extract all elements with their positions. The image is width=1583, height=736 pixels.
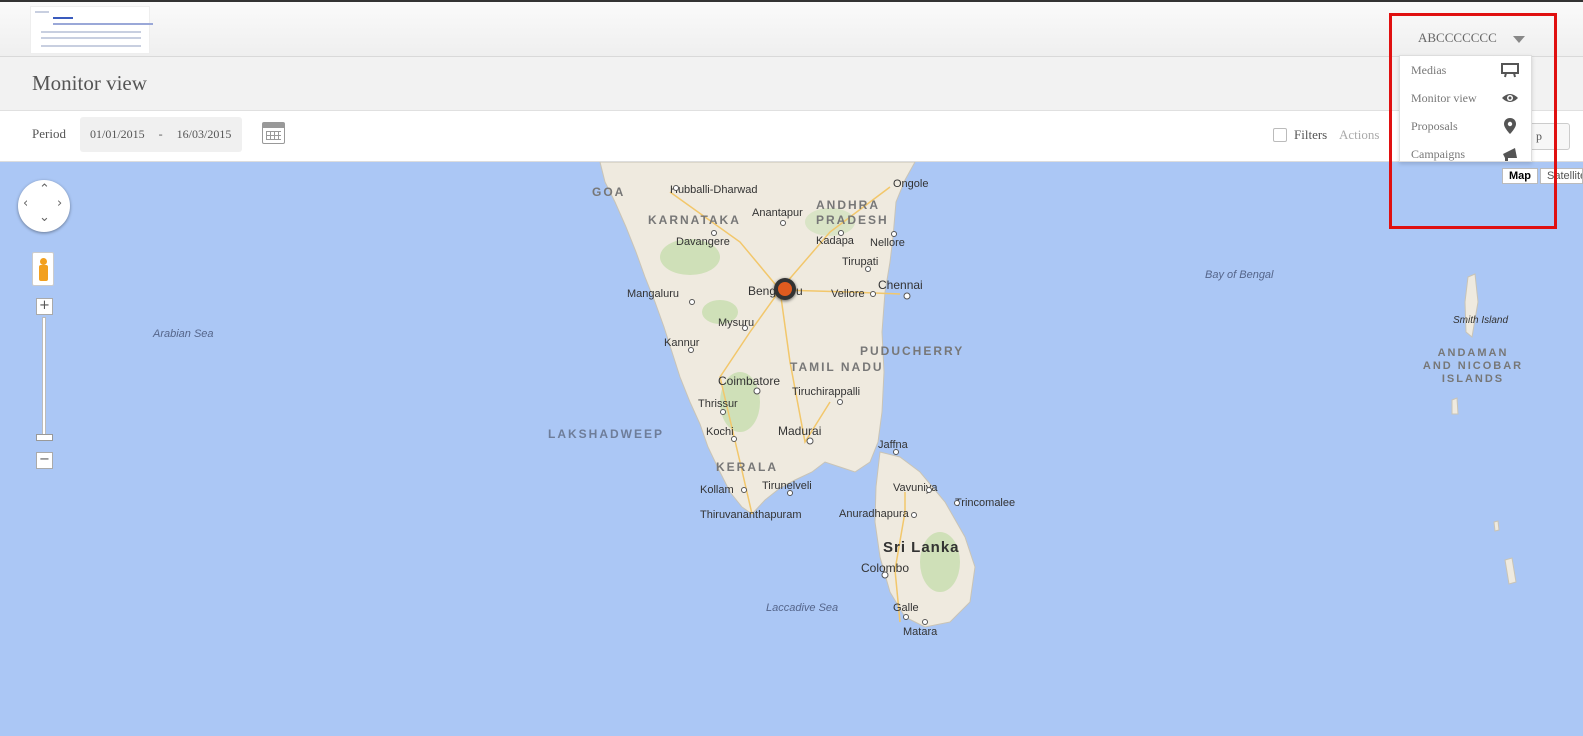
zoom-out-button[interactable]: − [36,452,53,469]
city-dot [903,292,911,300]
filter-bar: Period 01/01/2015 - 16/03/2015 Filters A… [0,111,1583,162]
city-dot [689,299,695,305]
pan-control[interactable]: ⌃ ⌄ ‹ › [18,180,70,232]
period-date-range[interactable]: 01/01/2015 - 16/03/2015 [80,117,242,152]
city-dot [893,449,899,455]
actions-button[interactable]: Actions [1339,127,1379,143]
city-dot [673,185,679,191]
pan-right-icon[interactable]: › [57,196,62,211]
city-dot [787,490,793,496]
city-dot [838,230,844,236]
city-dot [741,487,747,493]
city-dot [903,614,909,620]
city-dot [911,512,917,518]
city-dot [720,409,726,415]
city-dot [922,619,928,625]
city-dot [806,437,814,445]
pan-down-icon[interactable]: ⌄ [39,210,50,225]
filters-label: Filters [1294,127,1328,142]
location-marker[interactable] [774,278,796,300]
city-dot [865,266,871,272]
zoom-slider-track[interactable] [42,317,46,437]
filters-toggle[interactable]: Filters [1273,127,1327,143]
top-bar: ABCCCCCCC [0,0,1583,57]
city-dot [881,571,889,579]
city-dot [711,230,717,236]
app-logo-thumbnail[interactable] [30,6,153,54]
page-title: Monitor view [32,71,147,95]
map-canvas[interactable]: GOA Hubballi-Dharwad KARNATAKA Anantapur… [0,162,1583,736]
city-dot [926,487,932,493]
highlight-annotation-box [1389,13,1557,229]
city-dot [731,436,737,442]
city-dot [753,387,761,395]
date-to: 16/03/2015 [176,127,232,141]
city-dot [780,220,786,226]
period-label: Period [32,126,66,141]
date-separator: - [158,127,163,141]
city-dot [891,231,897,237]
zoom-slider-handle[interactable] [36,434,53,441]
street-view-pegman-icon[interactable] [32,252,54,286]
city-dot [870,291,876,297]
pan-left-icon[interactable]: ‹ [23,196,28,211]
city-markers-svg [673,185,960,625]
pan-up-icon[interactable]: ⌃ [39,182,50,197]
city-dot [742,325,748,331]
city-dot [837,399,843,405]
date-from: 01/01/2015 [90,127,145,141]
zoom-in-button[interactable]: + [36,298,53,315]
filters-checkbox[interactable] [1273,128,1287,142]
city-dot [954,500,960,506]
city-dot [688,347,694,353]
title-bar: Monitor view [0,57,1583,111]
calendar-icon[interactable] [262,122,285,144]
